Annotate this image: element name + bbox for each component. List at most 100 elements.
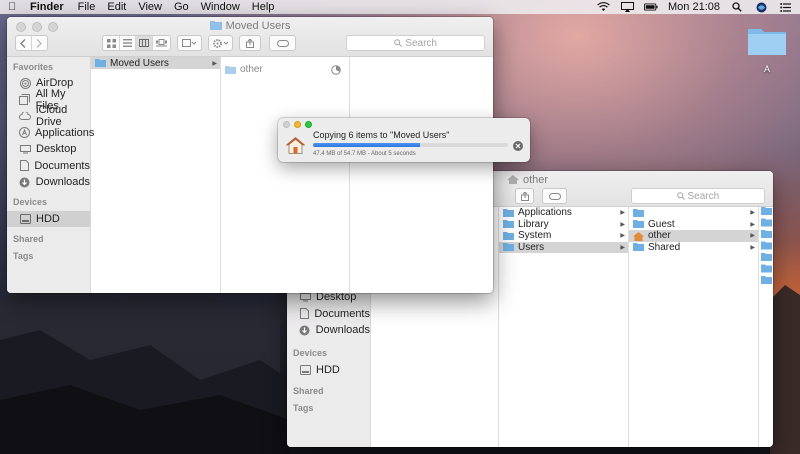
menu-bar:  Finder File Edit View Go Window Help M… <box>0 0 800 14</box>
forward-button[interactable] <box>31 36 48 50</box>
list-item-label: other <box>648 230 671 242</box>
close-button[interactable] <box>283 121 290 128</box>
column-2: other <box>221 57 350 293</box>
desktop-disk-label: A <box>763 64 770 74</box>
list-item[interactable]: Moved Users ▶ <box>91 57 220 69</box>
view-mode-switcher <box>102 35 171 51</box>
list-item-label: other <box>240 64 263 76</box>
sidebar-item-label: Documents <box>34 159 90 172</box>
list-item[interactable]: Applications ▶ <box>499 207 628 219</box>
apple-menu-icon[interactable]:  <box>8 1 22 13</box>
minimize-button[interactable] <box>294 121 301 128</box>
folder-icon <box>503 231 514 240</box>
sidebar-item-label: Downloads <box>315 324 370 337</box>
arrange-button[interactable] <box>176 35 203 51</box>
copy-progress-fill <box>313 143 421 147</box>
menu-edit[interactable]: Edit <box>107 1 126 13</box>
folder-icon <box>503 220 514 229</box>
search-placeholder: Search <box>405 37 437 49</box>
sidebar-item-label: iCloud Drive <box>36 104 68 129</box>
sidebar-item-downloads[interactable]: Downloads <box>7 174 90 191</box>
desktop-icon <box>19 143 31 155</box>
list-item[interactable]: Shared ▶ <box>629 242 758 254</box>
sidebar-item-icloud-drive[interactable]: iCloud Drive <box>7 104 90 128</box>
stop-copy-button[interactable] <box>513 140 523 154</box>
sidebar-section-tags: Tags <box>13 250 34 261</box>
sidebar-section-tags: Tags <box>293 402 314 413</box>
menu-window[interactable]: Window <box>201 1 240 13</box>
copy-detail: 47.4 MB of 54.7 MB - About 5 seconds <box>313 151 416 157</box>
folder-icon <box>633 208 644 217</box>
column-4 <box>759 207 773 447</box>
copy-message: Copying 6 items to "Moved Users" <box>313 130 450 140</box>
all-files-icon <box>19 94 31 106</box>
search-icon <box>394 39 403 47</box>
menu-help[interactable]: Help <box>252 1 275 13</box>
back-button[interactable] <box>16 36 32 50</box>
tags-button[interactable] <box>268 35 297 51</box>
spotlight-icon[interactable] <box>730 1 744 13</box>
search-input[interactable]: Search <box>346 35 485 51</box>
sidebar-item-documents[interactable]: Documents <box>7 158 90 175</box>
share-icon <box>246 38 255 48</box>
sidebar-section-devices: Devices <box>13 197 48 207</box>
action-gear-button[interactable] <box>208 35 234 51</box>
hard-disk-icon <box>299 364 311 376</box>
folder-icon <box>95 59 106 67</box>
list-item[interactable]: Users ▶ <box>499 241 628 253</box>
chevron-right-icon: ▶ <box>620 233 625 240</box>
sidebar-item-desktop[interactable]: Desktop <box>7 141 90 158</box>
window-titlebar[interactable]: Moved Users Search <box>7 17 493 57</box>
icon-view-button[interactable] <box>103 36 120 50</box>
hard-disk-icon <box>19 213 31 225</box>
menu-go[interactable]: Go <box>174 1 189 13</box>
sidebar-item-hdd[interactable]: HDD <box>287 362 370 379</box>
siri-icon[interactable] <box>754 1 768 13</box>
downloads-icon <box>19 176 31 188</box>
menubar-clock[interactable]: Mon 21:08 <box>668 1 720 13</box>
sidebar-section-devices: Devices <box>293 348 328 358</box>
chevron-right-icon: ▶ <box>620 221 625 228</box>
list-item-label: Shared <box>648 241 681 253</box>
search-input[interactable]: Search <box>630 188 765 204</box>
chevron-right-icon: ▶ <box>750 210 755 217</box>
cloud-icon <box>19 110 31 122</box>
folder-icon <box>503 208 514 217</box>
window-title: other <box>523 174 549 186</box>
notification-center-icon[interactable] <box>778 1 792 13</box>
sidebar-item-documents[interactable]: Documents <box>287 306 370 323</box>
desktop-disk-a[interactable]: A <box>744 24 790 74</box>
chevron-right-icon: ▶ <box>620 210 625 217</box>
tags-button[interactable] <box>542 188 567 204</box>
share-button[interactable] <box>239 35 261 51</box>
tag-icon <box>276 39 289 47</box>
list-view-button[interactable] <box>119 36 137 50</box>
list-item[interactable]: other ▶ <box>629 230 758 242</box>
wifi-icon[interactable] <box>596 1 610 13</box>
window-title: Moved Users <box>225 20 291 32</box>
list-item[interactable]: other <box>221 64 349 76</box>
column-view-button[interactable] <box>136 36 154 50</box>
sidebar-item-applications[interactable]: Applications <box>7 125 94 142</box>
list-item-label: Moved Users <box>110 57 169 69</box>
list-item[interactable]: Guest ▶ <box>629 219 758 231</box>
list-item[interactable]: System ▶ <box>499 230 628 242</box>
copy-progress-dialog: Copying 6 items to "Moved Users" 47.4 MB… <box>278 118 530 162</box>
menu-view[interactable]: View <box>138 1 162 13</box>
list-item[interactable]: Library ▶ <box>499 219 628 231</box>
sidebar-item-label: Downloads <box>35 176 90 189</box>
sidebar-item-downloads[interactable]: Downloads <box>287 322 370 339</box>
battery-icon[interactable] <box>644 1 658 13</box>
list-item-label: Guest <box>648 218 675 230</box>
chevron-right-icon: ▶ <box>212 60 217 67</box>
list-item[interactable]: ▶ <box>629 207 758 219</box>
zoom-button[interactable] <box>305 121 312 128</box>
chevron-right-icon: ▶ <box>750 244 755 251</box>
sidebar-item-hdd[interactable]: HDD <box>7 210 90 227</box>
airplay-icon[interactable] <box>620 1 634 13</box>
share-button[interactable] <box>515 188 535 204</box>
menu-app-finder[interactable]: Finder <box>30 1 64 13</box>
menu-file[interactable]: File <box>78 1 96 13</box>
desktop-icon <box>299 291 311 303</box>
cover-flow-button[interactable] <box>153 36 170 50</box>
